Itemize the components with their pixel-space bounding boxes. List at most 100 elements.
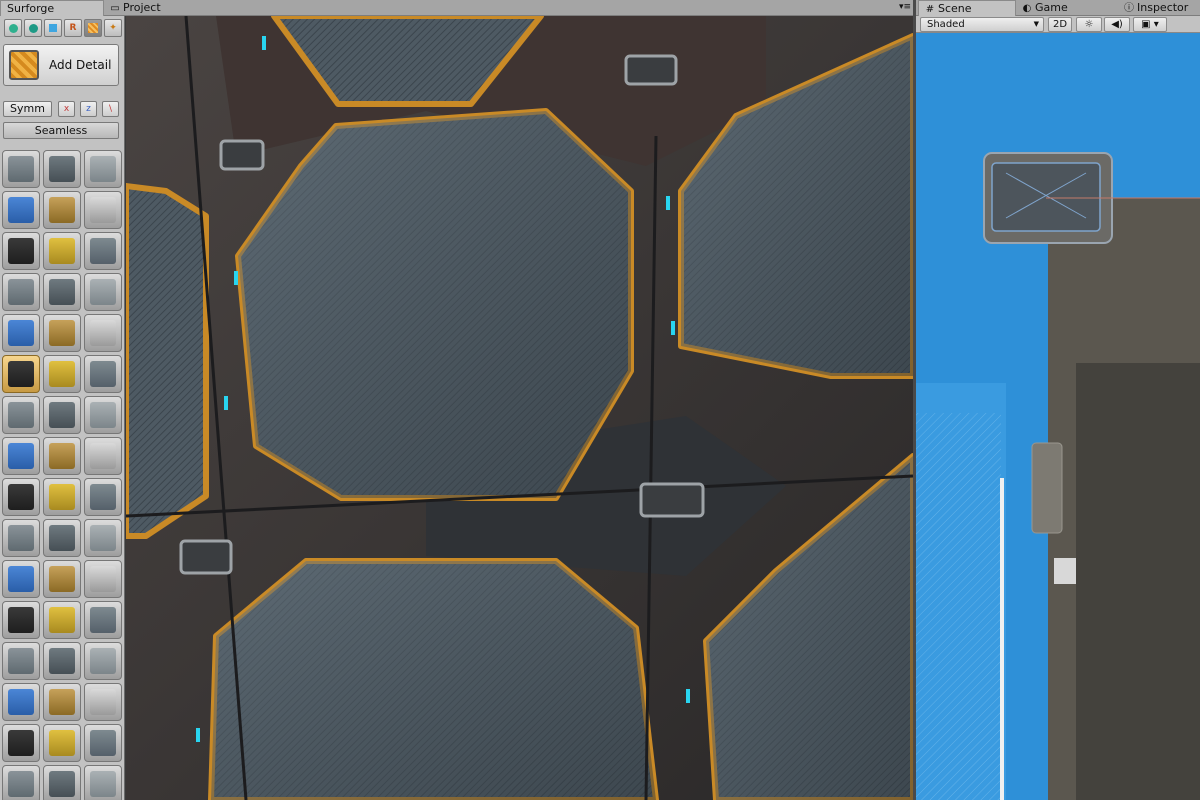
- sparkle-tool-button[interactable]: ✦: [104, 19, 122, 37]
- detail-preview-icon: [8, 484, 34, 510]
- detail-preview-icon: [8, 197, 34, 223]
- detail-thumbnail[interactable]: [2, 642, 40, 680]
- effects-dropdown[interactable]: ▣ ▾: [1133, 17, 1167, 32]
- detail-preview-icon: [49, 648, 75, 674]
- detail-thumbnail[interactable]: [84, 724, 122, 762]
- stripes-icon: [88, 23, 98, 33]
- detail-thumbnail[interactable]: [43, 765, 81, 800]
- sphere-tool-button[interactable]: [4, 19, 22, 37]
- tab-inspector[interactable]: ⓘ Inspector: [1118, 0, 1200, 16]
- seamless-label: Seamless: [34, 124, 88, 137]
- detail-thumbnail[interactable]: [43, 519, 81, 557]
- tab-surforge[interactable]: Surforge: [0, 0, 104, 16]
- detail-thumbnail[interactable]: [43, 150, 81, 188]
- detail-thumbnail[interactable]: [43, 683, 81, 721]
- blue-cube-icon: [49, 24, 57, 32]
- panel-menu-icon[interactable]: ▾≡: [896, 0, 914, 16]
- surforge-toolbar: R ✦: [4, 19, 122, 39]
- detail-thumbnail[interactable]: [2, 519, 40, 557]
- axis-diagonal-label: \: [108, 104, 113, 114]
- detail-thumbnail[interactable]: [84, 314, 122, 352]
- editor-window: Surforge ▭ Project ▾≡ # Scene ◐ Game ⓘ Inspe…: [0, 0, 1200, 800]
- detail-preview-icon: [8, 279, 34, 305]
- detail-thumbnail[interactable]: [43, 601, 81, 639]
- detail-thumbnail[interactable]: [43, 724, 81, 762]
- detail-preview-icon: [90, 484, 116, 510]
- detail-thumbnail[interactable]: [2, 150, 40, 188]
- tab-scene[interactable]: # Scene: [918, 0, 1016, 16]
- detail-thumbnail[interactable]: [2, 560, 40, 598]
- detail-thumbnail[interactable]: [84, 437, 122, 475]
- shading-mode-dropdown[interactable]: Shaded ▼: [920, 17, 1044, 32]
- grid-icon: #: [925, 4, 935, 15]
- detail-thumbnail[interactable]: [84, 519, 122, 557]
- symmetry-row: Symm x z \: [3, 101, 121, 118]
- dropdown-arrow-icon: ▼: [1033, 20, 1039, 28]
- detail-thumbnail[interactable]: [43, 191, 81, 229]
- detail-thumbnail[interactable]: [84, 273, 122, 311]
- add-detail-button[interactable]: Add Detail: [3, 44, 119, 86]
- detail-thumbnail[interactable]: [84, 478, 122, 516]
- axis-x-toggle[interactable]: x: [58, 101, 75, 117]
- detail-thumbnail[interactable]: [84, 601, 122, 639]
- detail-thumbnail[interactable]: [84, 560, 122, 598]
- stripes-tool-button[interactable]: [84, 19, 102, 37]
- detail-thumbnail[interactable]: [84, 355, 122, 393]
- detail-thumbnail[interactable]: [43, 642, 81, 680]
- sphere-alt-tool-button[interactable]: [24, 19, 42, 37]
- detail-thumbnail[interactable]: [2, 191, 40, 229]
- shading-mode-label: Shaded: [927, 19, 965, 30]
- tab-project[interactable]: ▭ Project: [104, 0, 204, 16]
- detail-thumbnail[interactable]: [2, 355, 40, 393]
- toggle-2d-button[interactable]: 2D: [1048, 17, 1072, 32]
- detail-thumbnail[interactable]: [84, 765, 122, 800]
- detail-thumbnail[interactable]: [84, 683, 122, 721]
- detail-preview-icon: [90, 402, 116, 428]
- detail-thumbnail[interactable]: [84, 642, 122, 680]
- detail-thumbnail[interactable]: [2, 232, 40, 270]
- detail-thumbnail[interactable]: [2, 437, 40, 475]
- detail-thumbnail[interactable]: [43, 478, 81, 516]
- detail-thumbnail[interactable]: [84, 191, 122, 229]
- detail-thumbnail[interactable]: [43, 560, 81, 598]
- symm-button[interactable]: Symm: [3, 101, 52, 117]
- detail-thumbnail[interactable]: [43, 437, 81, 475]
- detail-thumbnail[interactable]: [84, 232, 122, 270]
- detail-preview-icon: [90, 320, 116, 346]
- detail-preview-icon: [49, 320, 75, 346]
- detail-preview-icon: [49, 279, 75, 305]
- detail-thumbnail[interactable]: [84, 150, 122, 188]
- detail-thumbnail[interactable]: [2, 478, 40, 516]
- detail-thumbnail[interactable]: [2, 273, 40, 311]
- audio-toggle[interactable]: ◀): [1104, 17, 1130, 32]
- detail-thumbnail[interactable]: [84, 396, 122, 434]
- seamless-button[interactable]: Seamless: [3, 122, 119, 139]
- surface-viewport[interactable]: [126, 16, 913, 800]
- detail-preview-icon: [90, 361, 116, 387]
- axis-diagonal-toggle[interactable]: \: [102, 101, 119, 117]
- detail-thumbnail[interactable]: [2, 314, 40, 352]
- detail-preview-icon: [49, 484, 75, 510]
- lighting-toggle[interactable]: ☼: [1076, 17, 1102, 32]
- detail-thumbnail[interactable]: [2, 396, 40, 434]
- detail-thumbnail[interactable]: [43, 396, 81, 434]
- r-tool-button[interactable]: R: [64, 19, 82, 37]
- tab-game[interactable]: ◐ Game: [1016, 0, 1110, 16]
- detail-preview-icon: [8, 525, 34, 551]
- detail-thumbnail[interactable]: [2, 601, 40, 639]
- tab-inspector-label: Inspector: [1137, 1, 1189, 14]
- detail-thumbnail[interactable]: [43, 314, 81, 352]
- detail-thumbnail[interactable]: [43, 232, 81, 270]
- detail-thumbnail[interactable]: [43, 355, 81, 393]
- r-tool-label: R: [69, 23, 77, 33]
- detail-thumbnail[interactable]: [2, 765, 40, 800]
- detail-thumbnail[interactable]: [43, 273, 81, 311]
- detail-thumbnail[interactable]: [2, 724, 40, 762]
- detail-thumbnail[interactable]: [2, 683, 40, 721]
- axis-z-toggle[interactable]: z: [80, 101, 97, 117]
- cube-tool-button[interactable]: [44, 19, 62, 37]
- detail-preview-icon: [8, 607, 34, 633]
- detail-preview-icon: [8, 443, 34, 469]
- detail-preview-icon: [90, 525, 116, 551]
- scene-canvas[interactable]: [916, 33, 1200, 800]
